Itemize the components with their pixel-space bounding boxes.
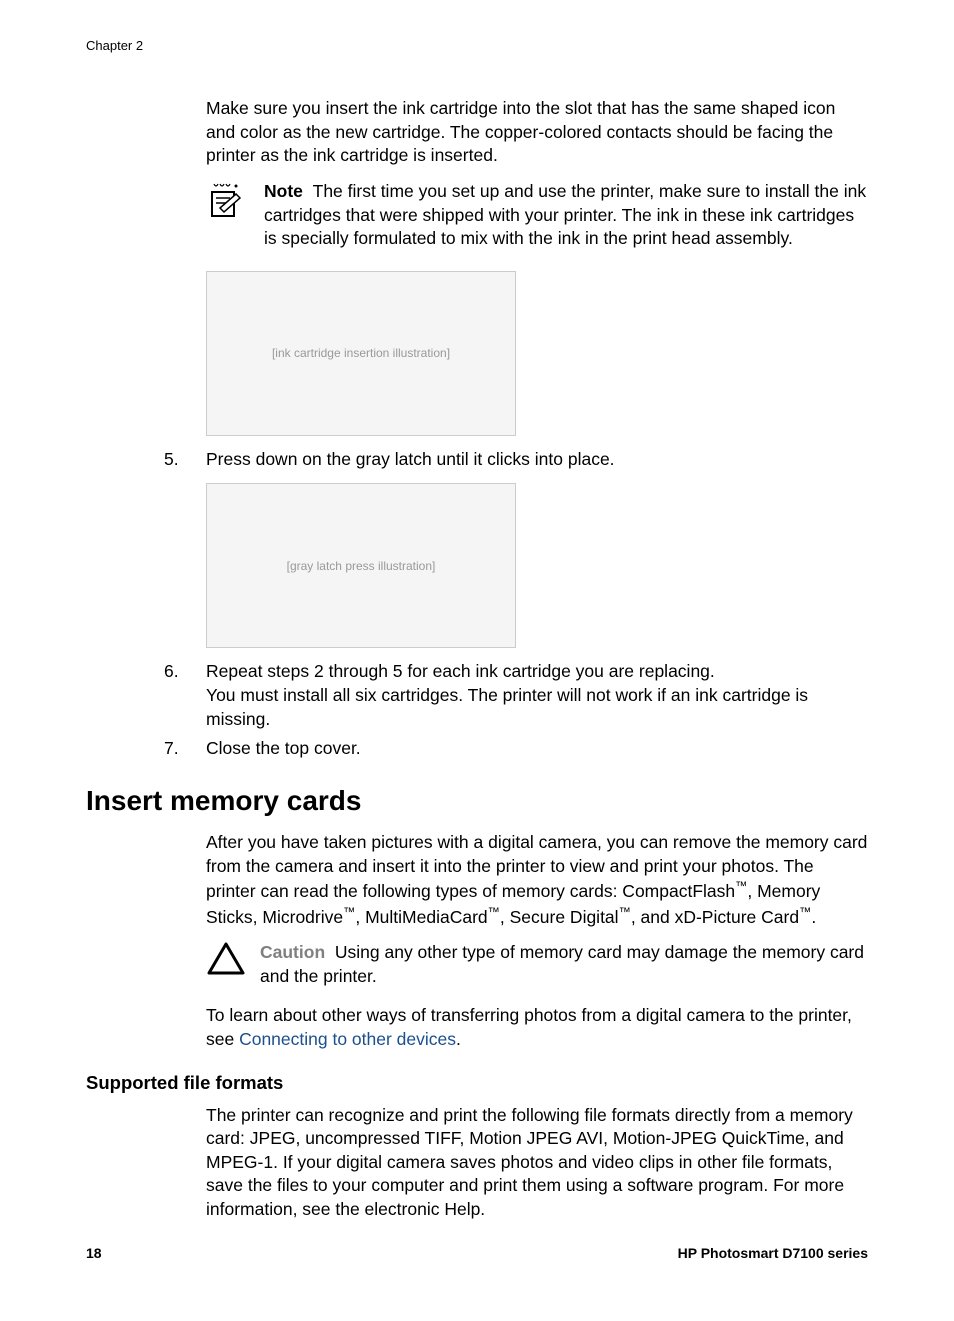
memory-intro-p6: . [811,906,816,926]
note-text: Note The first time you set up and use t… [264,180,868,251]
memory-intro-p5: , and xD-Picture Card [631,906,799,926]
step-5-text: Press down on the gray latch until it cl… [206,448,868,472]
step-6-line2: You must install all six cartridges. The… [206,685,808,729]
formats-paragraph: The printer can recognize and print the … [206,1104,868,1222]
page-footer: 18 HP Photosmart D7100 series [86,1245,868,1261]
page-number: 18 [86,1245,102,1261]
chapter-header: Chapter 2 [86,38,868,53]
heading-supported-formats: Supported file formats [86,1072,868,1094]
note-body: The first time you set up and use the pr… [264,181,866,248]
transfer-post: . [456,1029,461,1049]
step-7-text: Close the top cover. [206,737,868,761]
product-name: HP Photosmart D7100 series [678,1245,868,1261]
caution-label: Caution [260,942,325,962]
memory-intro: After you have taken pictures with a dig… [206,831,868,929]
step-6-text: Repeat steps 2 through 5 for each ink ca… [206,660,868,731]
step-5-number: 5. [164,448,184,472]
note-icon [206,180,246,251]
caution-body: Using any other type of memory card may … [260,942,864,986]
step-6-number: 6. [164,660,184,731]
intro-paragraph: Make sure you insert the ink cartridge i… [206,97,868,168]
transfer-paragraph: To learn about other ways of transferrin… [206,1004,868,1051]
caution-block: Caution Using any other type of memory c… [206,941,868,988]
memory-intro-p3: , MultiMediaCard [355,906,487,926]
caution-text: Caution Using any other type of memory c… [260,941,868,988]
figure-latch-press: [gray latch press illustration] [206,483,516,648]
figure-cartridge-insert: [ink cartridge insertion illustration] [206,271,516,436]
step-6-line1: Repeat steps 2 through 5 for each ink ca… [206,661,715,681]
heading-insert-memory-cards: Insert memory cards [86,785,868,817]
link-connecting-devices[interactable]: Connecting to other devices [239,1029,456,1049]
note-label: Note [264,181,303,201]
step-7-number: 7. [164,737,184,761]
caution-icon [206,941,246,988]
memory-intro-p4: , Secure Digital [500,906,619,926]
note-block: Note The first time you set up and use t… [206,180,868,251]
